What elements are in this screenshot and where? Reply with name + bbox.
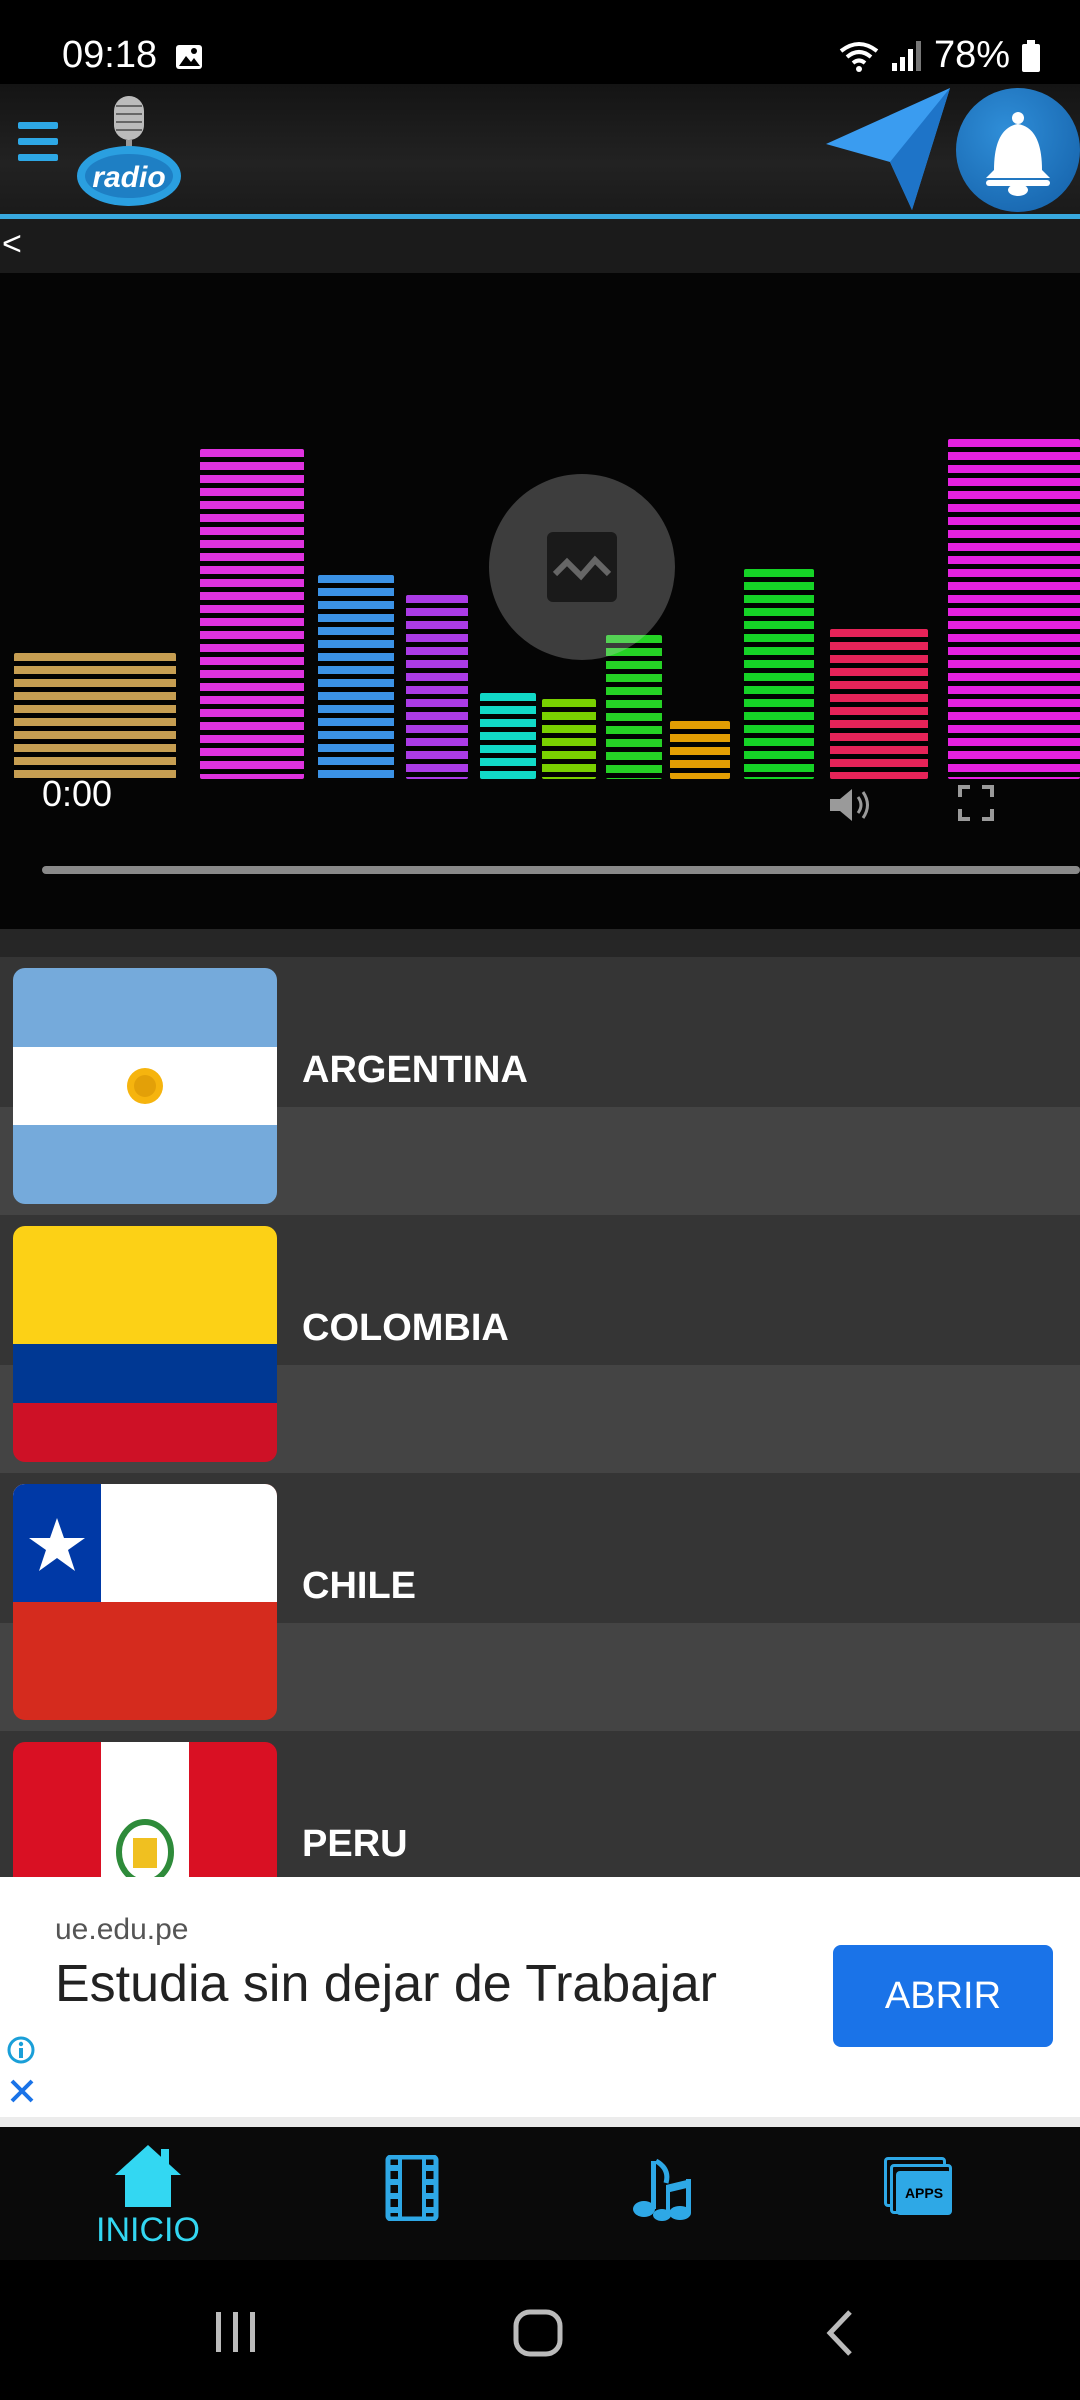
chile-flag-icon xyxy=(13,1484,277,1720)
bell-icon xyxy=(986,112,1050,196)
home-icon xyxy=(114,2145,181,2207)
argentina-flag-icon xyxy=(13,968,277,1204)
play-button[interactable] xyxy=(489,474,675,660)
equalizer-bar xyxy=(14,653,176,779)
separator xyxy=(0,929,1080,957)
equalizer-bar xyxy=(480,693,536,779)
equalizer-bar xyxy=(200,449,304,779)
country-name: ARGENTINA xyxy=(302,1049,528,1091)
equalizer-bar xyxy=(542,699,596,779)
signal-icon xyxy=(891,40,921,71)
recent-apps-icon[interactable] xyxy=(212,2310,260,2354)
video-player[interactable]: 0:00 xyxy=(0,273,1080,929)
back-nav-icon[interactable] xyxy=(822,2308,858,2358)
nav-music[interactable] xyxy=(630,2155,700,2221)
nav-videos[interactable] xyxy=(384,2155,440,2221)
country-name: CHILE xyxy=(302,1565,416,1607)
equalizer-bar xyxy=(406,595,468,779)
image-notification-icon xyxy=(176,45,202,69)
ad-banner[interactable]: ue.edu.pe Estudia sin dejar de Trabajar … xyxy=(0,1877,1080,2117)
video-progress-track[interactable] xyxy=(42,866,1080,874)
ad-close-icon[interactable] xyxy=(8,2077,36,2105)
music-notes-icon xyxy=(633,2158,691,2221)
equalizer-bar xyxy=(744,569,814,779)
ad-headline[interactable]: Estudia sin dejar de Trabajar xyxy=(55,1951,815,2017)
back-button[interactable]: < xyxy=(2,225,22,264)
ad-open-button[interactable]: ABRIR xyxy=(833,1945,1053,2047)
country-item-chile[interactable]: CHILE xyxy=(0,1473,1080,1731)
equalizer-bar xyxy=(670,721,730,779)
fullscreen-icon[interactable] xyxy=(958,785,994,821)
nav-home-label: INICIO xyxy=(96,2211,200,2249)
nav-apps[interactable]: APPS xyxy=(884,2157,954,2219)
ad-domain: ue.edu.pe xyxy=(55,1913,189,1946)
system-navigation xyxy=(0,2260,1080,2400)
status-bar: 09:18 78% xyxy=(0,0,1080,84)
bottom-navigation: INICIO APPS xyxy=(0,2127,1080,2260)
film-icon xyxy=(385,2155,439,2221)
broken-media-icon xyxy=(547,532,617,602)
battery-icon xyxy=(1022,39,1040,72)
radio-logo[interactable]: radio xyxy=(74,92,184,210)
home-nav-icon[interactable] xyxy=(512,2308,564,2358)
svg-text:radio: radio xyxy=(92,161,165,194)
equalizer-bar xyxy=(318,575,394,779)
menu-icon[interactable] xyxy=(18,122,58,168)
colombia-flag-icon xyxy=(13,1226,277,1462)
app-header: radio xyxy=(0,84,1080,216)
equalizer-bar xyxy=(948,439,1080,779)
wifi-icon xyxy=(839,41,879,72)
ad-info-icon[interactable] xyxy=(6,2035,36,2065)
telegram-send-icon[interactable] xyxy=(826,88,956,216)
ad-divider xyxy=(0,2117,1080,2127)
country-item-colombia[interactable]: COLOMBIA xyxy=(0,1215,1080,1473)
country-name: PERU xyxy=(302,1823,408,1865)
status-right: 78% xyxy=(838,34,1042,77)
apps-icon: APPS xyxy=(884,2157,954,2219)
video-time: 0:00 xyxy=(42,773,113,814)
apps-label: APPS xyxy=(896,2171,952,2215)
volume-icon[interactable] xyxy=(826,785,872,825)
back-bar: < xyxy=(0,219,1080,273)
country-item-argentina[interactable]: ARGENTINA xyxy=(0,957,1080,1215)
battery-percent: 78% xyxy=(933,34,1010,76)
nav-home[interactable]: INICIO xyxy=(96,2143,200,2250)
equalizer-bar xyxy=(830,629,928,779)
country-name: COLOMBIA xyxy=(302,1307,509,1349)
notification-bell-button[interactable] xyxy=(956,88,1080,212)
status-time: 09:18 xyxy=(62,34,158,76)
